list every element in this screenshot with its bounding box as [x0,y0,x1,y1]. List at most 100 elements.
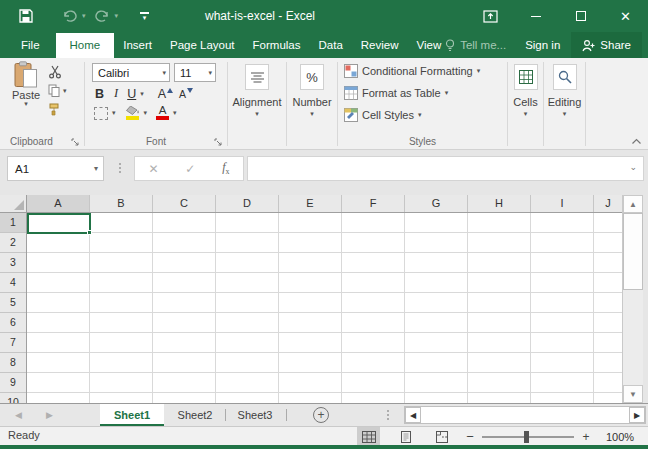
column-header-g[interactable]: G [405,195,468,212]
font-family-select[interactable]: Calibri▾ [92,63,170,82]
clipboard-dialog-launcher-icon[interactable] [71,138,80,147]
enter-icon[interactable]: ✓ [185,162,195,176]
cancel-icon[interactable]: ✕ [148,162,158,176]
vertical-scrollbar[interactable]: ▲ ▼ [622,195,643,403]
borders-button[interactable] [94,107,108,120]
formula-bar-expand-icon[interactable]: ⌄ [629,162,637,172]
row-header-3[interactable]: 3 [0,253,26,273]
increase-font-button[interactable]: A [158,87,173,101]
sheet-nav-left-icon[interactable]: ◀ [15,410,22,420]
fill-color-button[interactable] [126,106,140,120]
zoom-slider-thumb[interactable] [524,431,529,443]
column-header-c[interactable]: C [153,195,216,212]
share-button[interactable]: Share [571,32,642,58]
copy-button[interactable]: ▾ [48,83,67,98]
close-button[interactable]: ✕ [603,0,648,32]
column-header-a[interactable]: A [27,195,90,212]
row-header-2[interactable]: 2 [0,233,26,253]
tab-insert[interactable]: Insert [114,32,161,58]
sheet-bar-separator[interactable] [387,410,389,420]
paste-dropdown-icon[interactable]: ▾ [7,101,45,107]
tab-page-layout[interactable]: Page Layout [161,32,244,58]
column-header-b[interactable]: B [90,195,153,212]
underline-dropdown-icon[interactable]: ▾ [140,91,144,97]
font-color-dropdown-icon[interactable]: ▾ [173,110,177,116]
tab-review[interactable]: Review [352,32,408,58]
redo-dropdown-icon[interactable]: ▾ [115,12,119,20]
sheet-nav-right-icon[interactable]: ▶ [46,410,53,420]
tab-home[interactable]: Home [56,33,115,58]
row-header-10[interactable]: 10 [0,393,26,403]
scroll-down-icon[interactable]: ▼ [623,385,643,403]
row-header-8[interactable]: 8 [0,353,26,373]
sheet-tab-sheet1[interactable]: Sheet1 [100,404,164,426]
select-all-corner[interactable] [0,195,27,213]
paste-button[interactable]: Paste ▾ [7,61,45,107]
cell-styles-button[interactable]: Cell Styles▾ [344,107,421,123]
font-size-select[interactable]: 11▾ [174,63,216,82]
save-icon[interactable] [19,0,33,32]
alignment-dropdown-icon[interactable]: ▾ [228,111,286,117]
column-header-d[interactable]: D [216,195,279,212]
row-header-6[interactable]: 6 [0,313,26,333]
tell-me-box[interactable]: Tell me... [437,39,514,52]
number-format-button[interactable]: % [300,64,324,90]
zoom-in-icon[interactable]: + [578,430,594,444]
fill-color-dropdown-icon[interactable]: ▾ [144,110,148,116]
column-header-j[interactable]: J [594,195,622,212]
number-dropdown-icon[interactable]: ▾ [287,111,337,117]
scroll-up-icon[interactable]: ▲ [623,195,643,213]
vertical-scroll-thumb[interactable] [623,213,643,290]
zoom-out-icon[interactable]: − [462,429,478,444]
zoom-slider[interactable] [482,436,574,438]
insert-function-icon[interactable]: fx [222,160,229,176]
ribbon-display-options-icon[interactable] [468,0,513,32]
page-layout-view-button[interactable] [394,427,417,446]
column-header-h[interactable]: H [468,195,531,212]
maximize-button[interactable] [558,0,603,32]
spreadsheet-grid[interactable] [27,213,622,403]
sheet-tab-sheet2[interactable]: Sheet2 [166,404,224,426]
column-header-i[interactable]: I [531,195,594,212]
underline-button[interactable]: U [127,87,136,101]
redo-icon[interactable] [95,0,110,32]
decrease-font-button[interactable]: A [179,88,193,100]
formula-bar-separator[interactable] [119,163,121,173]
new-sheet-icon[interactable]: + [313,407,329,423]
normal-view-button[interactable] [357,427,380,446]
zoom-percentage[interactable]: 100% [606,431,634,443]
formula-input[interactable]: ⌄ [247,156,644,181]
page-break-view-button[interactable] [430,427,453,446]
minimize-button[interactable] [513,0,558,32]
bold-button[interactable]: B [95,87,104,101]
row-header-5[interactable]: 5 [0,293,26,313]
borders-dropdown-icon[interactable]: ▾ [112,110,116,116]
row-header-1[interactable]: 1 [0,213,26,233]
row-header-9[interactable]: 9 [0,373,26,393]
format-painter-button[interactable] [48,102,67,117]
cut-button[interactable] [48,64,67,79]
sheet-tab-sheet3[interactable]: Sheet3 [226,404,284,426]
format-as-table-button[interactable]: Format as Table▾ [344,85,448,101]
font-color-button[interactable]: A [156,106,169,120]
name-box-dropdown-icon[interactable]: ▾ [94,164,103,173]
font-dialog-launcher-icon[interactable] [214,138,223,147]
collapse-ribbon-icon[interactable] [631,138,642,145]
tab-data[interactable]: Data [310,32,352,58]
editing-button[interactable] [553,64,577,90]
column-header-f[interactable]: F [342,195,405,212]
conditional-formatting-button[interactable]: Conditional Formatting▾ [344,63,480,79]
fill-handle[interactable] [87,230,92,235]
active-cell-selection[interactable] [27,213,91,234]
scroll-right-icon[interactable]: ▶ [629,407,645,423]
editing-dropdown-icon[interactable]: ▾ [544,111,585,117]
italic-button[interactable]: I [114,86,118,101]
tab-file[interactable]: File [8,32,53,58]
undo-dropdown-icon[interactable]: ▾ [82,12,86,20]
horizontal-scrollbar[interactable]: ◀ ▶ [404,406,646,424]
sign-in-button[interactable]: Sign in [514,39,571,51]
tab-formulas[interactable]: Formulas [244,32,310,58]
scroll-left-icon[interactable]: ◀ [405,407,421,423]
row-header-4[interactable]: 4 [0,273,26,293]
row-header-7[interactable]: 7 [0,333,26,353]
